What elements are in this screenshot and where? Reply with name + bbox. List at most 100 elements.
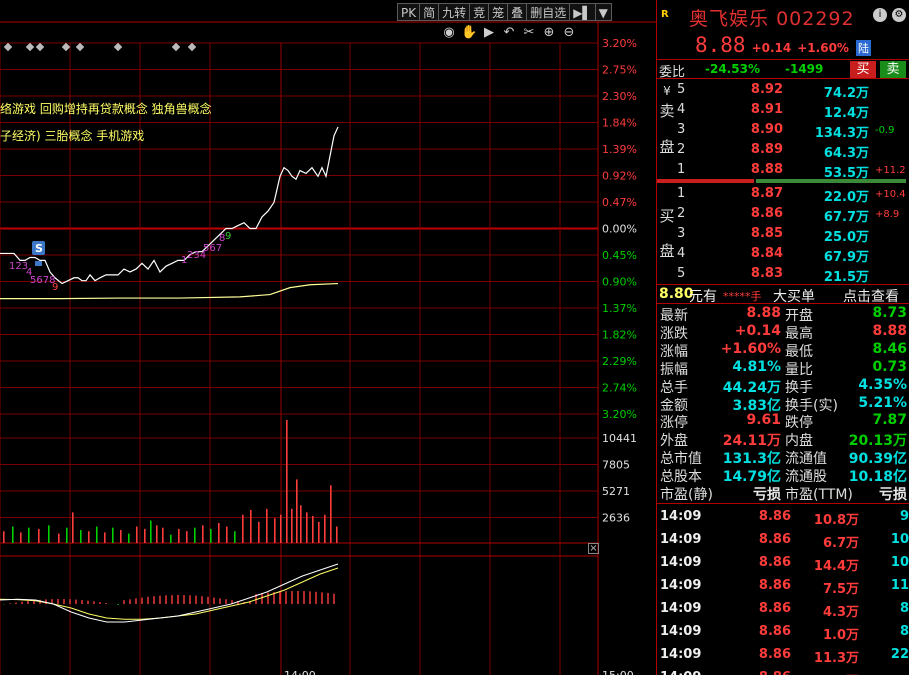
volume-bar: [296, 479, 298, 543]
weibi-diff: -1499: [785, 62, 824, 76]
dropdown-button[interactable]: ▼: [595, 3, 612, 21]
tick-row[interactable]: 14:09 8.86 1.0万 8: [657, 621, 909, 643]
tick-row[interactable]: 14:09 8.86 10.8万 9: [657, 506, 909, 528]
sell-button[interactable]: 卖: [880, 61, 906, 78]
macd-dif-line: [0, 563, 339, 623]
order-level: 5: [677, 82, 686, 97]
auction-button[interactable]: 竞: [470, 3, 490, 21]
quote-value: 8.73: [872, 305, 907, 321]
order-book-row[interactable]: 2 8.89 64.3万: [657, 140, 909, 161]
view-link[interactable]: 点击查看: [843, 286, 899, 306]
order-book-row[interactable]: 4 8.91 12.4万: [657, 100, 909, 121]
volume-bar: [318, 521, 320, 543]
buy-button[interactable]: 买: [850, 61, 876, 78]
quote-value: 4.81%: [732, 358, 781, 375]
pct-tick-label: 1.84%: [602, 117, 637, 130]
volume-bar: [156, 525, 158, 543]
quote-row: 涨停 9.61 跌停 7.87: [657, 412, 909, 431]
volume-bar: [218, 522, 220, 543]
order-book-row[interactable]: 5 8.83 21.5万: [657, 264, 909, 285]
tick-row[interactable]: 14:09 8.86 4.3万 8: [657, 598, 909, 620]
quote-value: 8.88: [746, 305, 781, 321]
bid-ratio-fill: [756, 179, 906, 183]
minus-icon[interactable]: ⊖: [561, 25, 577, 41]
order-change: +8.9: [875, 209, 900, 220]
volume-bar: [194, 527, 196, 543]
ask-ratio-fill: [657, 179, 754, 183]
remove-watchlist-button[interactable]: 删自选: [527, 3, 571, 21]
tick-row[interactable]: 14:09 8.86 7.5万 11: [657, 575, 909, 597]
order-volume: 22.0万: [823, 190, 869, 205]
tick-volume: 10.8万: [813, 513, 859, 528]
volume-bar: [80, 530, 82, 543]
simple-button[interactable]: 简: [420, 3, 440, 21]
pct-tick-label: 1.39%: [602, 143, 637, 156]
order-volume: 12.4万: [823, 106, 869, 121]
quote-label: 市盈(静): [660, 487, 713, 503]
cage-button[interactable]: 笼: [489, 3, 509, 21]
volume-bar: [234, 531, 236, 543]
undo-icon[interactable]: ↶: [501, 25, 517, 41]
tick-row[interactable]: 14:09 8.86 9.1万: [657, 667, 909, 675]
scissors-icon[interactable]: ✂: [521, 25, 537, 41]
order-book-row[interactable]: 4 8.84 67.9万: [657, 244, 909, 265]
plus-icon[interactable]: ⊕: [541, 25, 557, 41]
hand-icon[interactable]: ✋: [461, 25, 477, 41]
volume-bar: [336, 526, 338, 543]
big-buy-row[interactable]: 8.80 元有 *****手 大买单 点击查看: [657, 284, 909, 306]
pct-tick-label: 0.45%: [602, 249, 637, 262]
tick-count: 10: [890, 555, 909, 570]
tick-time: 14:09: [660, 555, 702, 570]
volume-bar: [202, 525, 204, 543]
header-icons: i ⚙: [873, 8, 906, 22]
order-book-row[interactable]: 1 8.87 22.0万 +10.4: [657, 184, 909, 205]
quote-row: 涨跌 +0.14 最高 8.88: [657, 323, 909, 342]
event-diamond-marker: [113, 42, 123, 52]
tick-row[interactable]: 14:09 8.86 6.7万 10: [657, 529, 909, 551]
settings-icon[interactable]: ⚙: [892, 8, 906, 22]
volume-bar: [12, 526, 14, 543]
event-diamond-marker: [171, 42, 181, 52]
nine-turn-button[interactable]: 九转: [439, 3, 471, 21]
pk-button[interactable]: PK: [397, 3, 421, 21]
weibi-row: 委比 -24.53% -1499 买 卖: [657, 59, 909, 80]
order-book-row[interactable]: 3 8.85 25.0万: [657, 224, 909, 245]
volume-tick-label: 10441: [602, 432, 637, 445]
order-level: 3: [677, 122, 686, 137]
play-pause-button[interactable]: ▶▌: [570, 3, 596, 21]
order-book-row[interactable]: 5 8.92 74.2万: [657, 80, 909, 101]
order-price: 8.88: [750, 162, 783, 177]
tick-row[interactable]: 14:09 8.86 11.3万 22: [657, 644, 909, 666]
order-book-row[interactable]: 3 8.90 134.3万 -0.9: [657, 120, 909, 141]
volume-bar: [291, 508, 293, 543]
volume-bar: [210, 528, 212, 543]
close-indicator-icon[interactable]: ×: [588, 543, 599, 554]
tick-row[interactable]: 14:09 8.86 14.4万 10: [657, 552, 909, 574]
event-diamond-marker: [61, 42, 71, 52]
play-icon[interactable]: ▶: [481, 25, 497, 41]
order-price: 8.91: [750, 102, 783, 117]
tick-volume: 9.1万: [797, 670, 859, 675]
volume-tick-label: 7805: [602, 459, 630, 472]
stock-header: R 奥飞娱乐 002292 i ⚙: [657, 4, 909, 30]
volume-bar: [280, 514, 282, 543]
order-price: 8.89: [750, 142, 783, 157]
order-book-row[interactable]: 2 8.86 67.7万 +8.9: [657, 204, 909, 225]
order-price: 8.85: [750, 226, 783, 241]
volume-bar: [88, 531, 90, 543]
info-icon[interactable]: i: [873, 8, 887, 22]
current-price: 8.88: [695, 33, 746, 57]
tick-price: 8.86: [758, 624, 791, 639]
overlay-button[interactable]: 叠: [508, 3, 528, 21]
tick-volume: 4.3万: [822, 605, 859, 620]
tick-volume: 1.0万: [822, 628, 859, 643]
quote-value: 0.73: [872, 358, 907, 375]
order-book-row[interactable]: 1 8.88 53.5万 +11.2: [657, 160, 909, 181]
order-volume: 21.5万: [823, 270, 869, 285]
volume-bar: [186, 531, 188, 543]
volume-bar: [136, 526, 138, 543]
intraday-chart[interactable]: 3.20% 2.75% 2.30% 1.84% 1.39% 0.92% 0.47% 0.00%…: [0, 0, 656, 675]
eye-icon[interactable]: ◉: [441, 25, 457, 41]
volume-bar: [150, 520, 152, 543]
volume-bar: [48, 525, 50, 543]
